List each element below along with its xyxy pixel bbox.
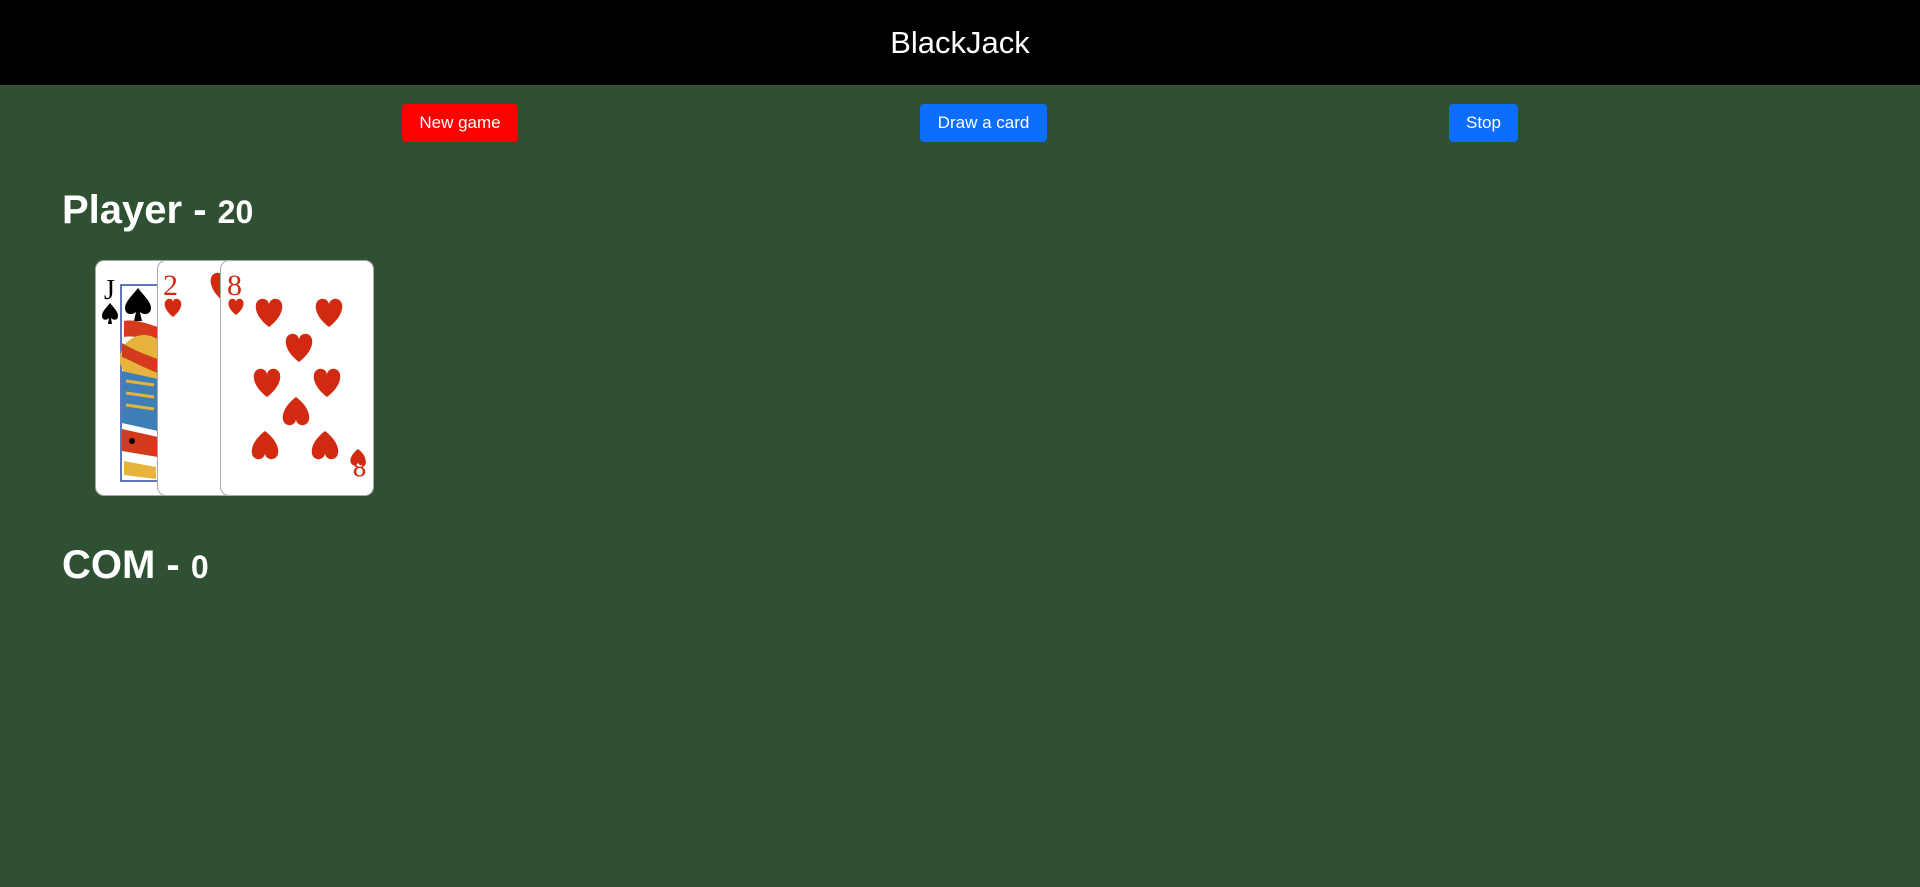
- heart-icon: [255, 298, 283, 327]
- com-label: COM -: [62, 543, 180, 587]
- player-card-eight-of-hearts: 8 8: [220, 260, 374, 496]
- heart-icon: [251, 431, 279, 460]
- heart-icon: [315, 298, 343, 327]
- heart-icon: [313, 368, 341, 397]
- player-heading: Player - 20: [62, 190, 253, 230]
- player-label: Player -: [62, 188, 207, 232]
- draw-card-button[interactable]: Draw a card: [920, 104, 1047, 142]
- heart-icon: [282, 397, 310, 426]
- spade-icon: [125, 288, 151, 321]
- heart-icon: [285, 333, 313, 362]
- spade-icon: [102, 303, 118, 324]
- com-heading: COM - 0: [62, 545, 209, 585]
- com-score: 0: [190, 549, 209, 585]
- heart-icon: [253, 368, 281, 397]
- app-title: BlackJack: [890, 24, 1030, 60]
- stop-button[interactable]: Stop: [1449, 104, 1518, 142]
- player-score: 20: [217, 194, 254, 230]
- top-bar: BlackJack: [0, 0, 1920, 85]
- card-rank: 2: [163, 269, 178, 302]
- new-game-button[interactable]: New game: [402, 104, 518, 142]
- heart-icon: [311, 431, 339, 460]
- card-rank: 8: [227, 269, 242, 302]
- card-rank: J: [104, 275, 115, 306]
